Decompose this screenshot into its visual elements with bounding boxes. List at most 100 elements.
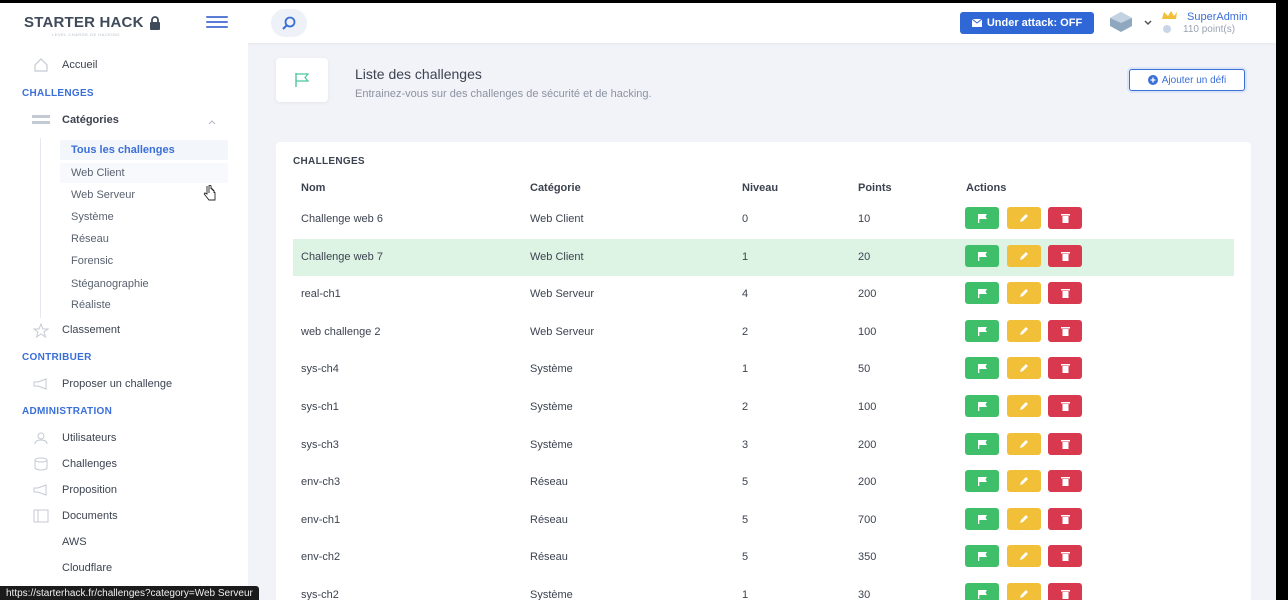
flag-button[interactable] (965, 319, 999, 342)
delete-button[interactable] (1048, 507, 1082, 530)
edit-button[interactable] (1007, 507, 1041, 530)
flag-button[interactable] (965, 244, 999, 267)
sidebar-item-documents[interactable]: Documents (32, 509, 118, 523)
table-row[interactable]: env-ch3 Réseau 5 200 (293, 464, 1234, 501)
delete-button[interactable] (1048, 244, 1082, 267)
trash-icon (1060, 251, 1070, 261)
edit-button[interactable] (1007, 470, 1041, 493)
flag-button[interactable] (965, 357, 999, 380)
table-row[interactable]: env-ch2 Réseau 5 350 (293, 539, 1234, 576)
sidebar-item-categories[interactable]: Catégories (32, 113, 119, 127)
column-header-actions: Actions (966, 182, 1007, 194)
delete-button[interactable] (1048, 432, 1082, 455)
challenge-level: 1 (742, 589, 749, 600)
delete-button[interactable] (1048, 545, 1082, 568)
table-row[interactable]: web challenge 2 Web Serveur 2 100 (293, 314, 1234, 351)
flag-button[interactable] (965, 583, 999, 600)
delete-button[interactable] (1048, 207, 1082, 229)
table-row[interactable]: sys-ch3 Système 3 200 (293, 427, 1234, 464)
menu-toggle-icon[interactable] (206, 16, 228, 30)
sidebar-item-home[interactable]: Accueil (32, 58, 97, 72)
sidebar-item-aws[interactable]: AWS (32, 535, 87, 549)
flag-icon (977, 439, 988, 449)
sidebar-item-web-client[interactable]: Web Client (71, 167, 125, 179)
delete-button[interactable] (1048, 282, 1082, 305)
flag-button[interactable] (965, 545, 999, 568)
delete-button[interactable] (1048, 395, 1082, 417)
flag-button[interactable] (965, 282, 999, 305)
user-menu[interactable] (1108, 11, 1152, 38)
challenge-level: 2 (742, 325, 749, 338)
edit-icon (1019, 589, 1029, 599)
edit-button[interactable] (1007, 432, 1041, 455)
column-header-name[interactable]: Nom (301, 182, 325, 194)
challenge-level: 5 (742, 476, 749, 489)
sidebar-item-forensic[interactable]: Forensic (71, 255, 113, 267)
flag-button[interactable] (965, 470, 999, 493)
logo[interactable]: STARTER HACK (24, 14, 161, 31)
edit-button[interactable] (1007, 282, 1041, 305)
challenge-level: 3 (742, 438, 749, 451)
edit-icon (1019, 213, 1029, 223)
edit-button[interactable] (1007, 583, 1041, 600)
challenge-category: Réseau (530, 476, 568, 489)
sidebar-item-challenges[interactable]: Challenges (32, 457, 117, 471)
challenge-category: Web Client (530, 213, 584, 225)
flag-button[interactable] (965, 207, 999, 229)
challenge-name: Challenge web 6 (301, 213, 383, 225)
sidebar-item-users[interactable]: Utilisateurs (32, 431, 116, 445)
table-row[interactable]: Challenge web 6 Web Client 0 10 (293, 201, 1234, 238)
table-row[interactable]: env-ch1 Réseau 5 700 (293, 502, 1234, 539)
edit-button[interactable] (1007, 357, 1041, 380)
sidebar-item-proposition[interactable]: Proposition (32, 483, 117, 497)
column-header-points[interactable]: Points (858, 182, 892, 194)
column-header-level[interactable]: Niveau (742, 182, 778, 194)
trash-icon (1060, 476, 1070, 487)
sidebar-item-cloudflare[interactable]: Cloudflare (32, 561, 112, 575)
delete-button[interactable] (1048, 583, 1082, 600)
flag-button[interactable] (965, 395, 999, 417)
sidebar-item-realiste[interactable]: Réaliste (71, 299, 111, 311)
sidebar-item-label: Accueil (62, 59, 98, 71)
search-button[interactable] (271, 9, 307, 37)
document-icon (32, 509, 50, 523)
flag-icon (977, 401, 988, 411)
edit-button[interactable] (1007, 207, 1041, 229)
edit-button[interactable] (1007, 395, 1041, 417)
delete-button[interactable] (1048, 319, 1082, 342)
table-row[interactable]: sys-ch2 Système 1 30 (293, 577, 1234, 600)
sidebar-item-ranking[interactable]: Classement (32, 322, 120, 338)
sidebar-item-steganographie[interactable]: Stéganographie (71, 278, 149, 290)
flag-icon (977, 476, 988, 487)
flag-button[interactable] (965, 507, 999, 530)
flag-button[interactable] (965, 432, 999, 455)
delete-button[interactable] (1048, 470, 1082, 493)
sidebar-item-systeme[interactable]: Système (71, 211, 114, 223)
challenge-points: 200 (858, 438, 877, 451)
table-row[interactable]: sys-ch4 Système 1 50 (293, 351, 1234, 388)
challenge-name: real-ch1 (301, 288, 341, 301)
under-attack-button[interactable]: Under attack: OFF (960, 12, 1094, 34)
table-row[interactable]: Challenge web 7 Web Client 1 20 (293, 238, 1234, 276)
add-challenge-button[interactable]: Ajouter un défi (1129, 69, 1245, 91)
challenge-name: sys-ch3 (301, 438, 339, 451)
search-icon (282, 16, 296, 30)
user-name[interactable]: SuperAdmin (1187, 11, 1248, 23)
challenge-points: 30 (858, 589, 871, 600)
column-header-category[interactable]: Catégorie (530, 182, 581, 194)
edit-button[interactable] (1007, 319, 1041, 342)
page-icon-card (276, 58, 328, 102)
challenge-category: Web Client (530, 250, 584, 263)
sidebar-item-web-serveur[interactable]: Web Serveur (71, 189, 135, 201)
delete-button[interactable] (1048, 357, 1082, 380)
table-row[interactable]: sys-ch1 Système 2 100 (293, 389, 1234, 426)
sidebar-item-reseau[interactable]: Réseau (71, 233, 109, 245)
edit-button[interactable] (1007, 545, 1041, 568)
sidebar-item-propose[interactable]: Proposer un challenge (32, 377, 172, 391)
sidebar-item-label: Documents (62, 510, 118, 522)
sidebar-item-all-challenges[interactable]: Tous les challenges (71, 144, 175, 156)
chevron-up-icon[interactable] (208, 119, 216, 125)
table-row[interactable]: real-ch1 Web Serveur 4 200 (293, 276, 1234, 313)
avatar-icon (1110, 12, 1132, 32)
edit-button[interactable] (1007, 244, 1041, 267)
